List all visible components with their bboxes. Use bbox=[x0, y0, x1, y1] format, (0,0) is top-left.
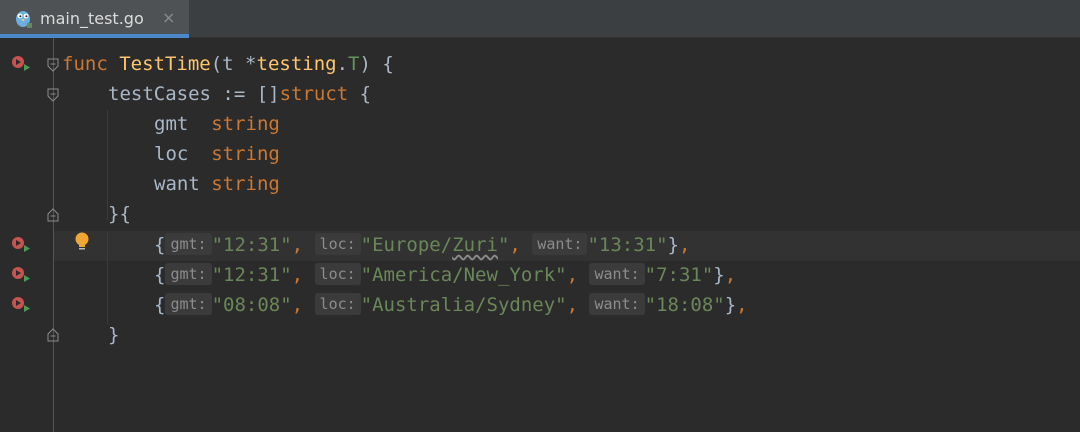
code-line: func TestTime(t *testing.T) { bbox=[62, 53, 394, 75]
run-test-icon[interactable] bbox=[10, 54, 32, 72]
close-tab-icon[interactable]: × bbox=[162, 8, 175, 27]
param-hint: loc: bbox=[314, 233, 361, 255]
test-case-row: {gmt: "08:08", loc: "Australia/Sydney", wa… bbox=[154, 293, 748, 316]
param-hint: want: bbox=[589, 263, 645, 285]
run-test-case-icon[interactable] bbox=[10, 235, 32, 253]
typo-underline: Zuri bbox=[452, 234, 498, 256]
code-line: loc string bbox=[154, 143, 280, 165]
param-hint: gmt: bbox=[165, 263, 212, 285]
param-hint: loc: bbox=[314, 263, 361, 285]
run-test-case-icon[interactable] bbox=[10, 265, 32, 283]
code-line: }{ bbox=[108, 203, 131, 225]
gopher-icon bbox=[16, 11, 32, 28]
run-test-case-icon[interactable] bbox=[10, 295, 32, 313]
code-line: gmt string bbox=[154, 113, 280, 135]
code-editor[interactable]: func TestTime(t *testing.T) { testCases … bbox=[54, 38, 1080, 432]
param-hint: want: bbox=[532, 233, 588, 255]
editor-tab-bar: main_test.go × bbox=[0, 0, 1080, 38]
param-hint: gmt: bbox=[165, 233, 212, 255]
test-case-row: {gmt: "12:31", loc: "America/New_York", wa… bbox=[154, 263, 737, 286]
code-line: want string bbox=[154, 173, 280, 195]
test-case-row: {gmt: "12:31", loc: "Europe/Zuri", want: "1… bbox=[154, 233, 691, 256]
code-line: testCases := []struct { bbox=[108, 83, 372, 105]
param-hint: gmt: bbox=[165, 293, 212, 315]
param-hint: loc: bbox=[314, 293, 361, 315]
tab-filename: main_test.go bbox=[40, 9, 144, 28]
param-hint: want: bbox=[589, 293, 645, 315]
code-line: } bbox=[108, 324, 120, 346]
tab-main-test-go[interactable]: main_test.go × bbox=[0, 0, 189, 38]
